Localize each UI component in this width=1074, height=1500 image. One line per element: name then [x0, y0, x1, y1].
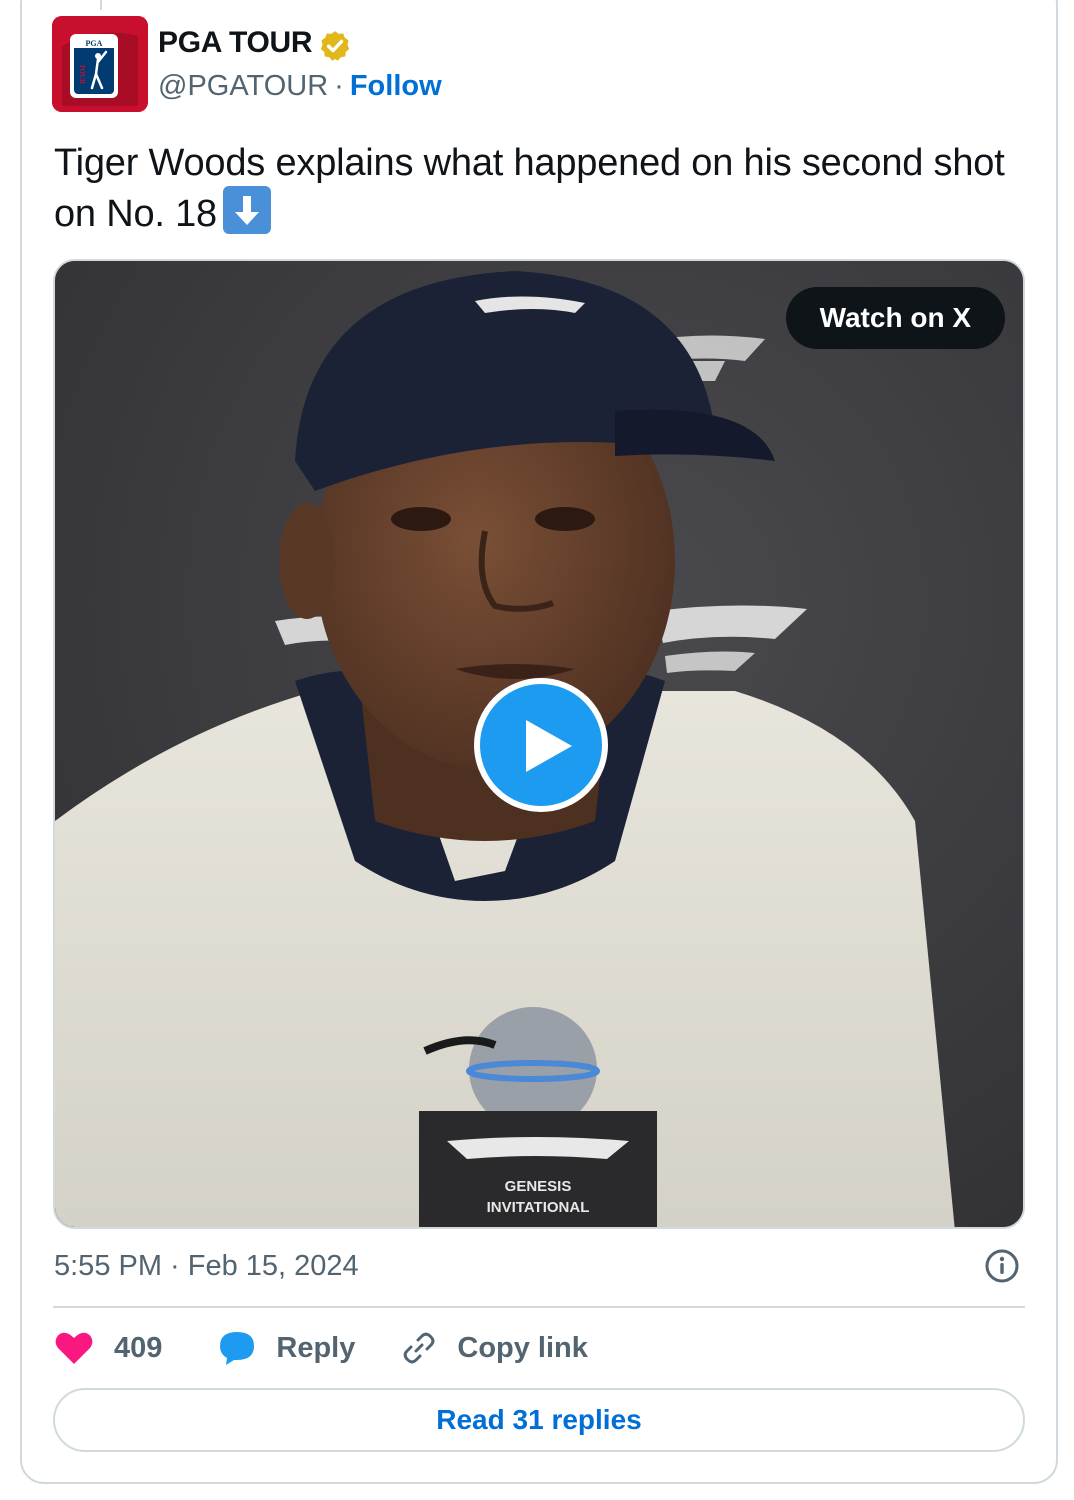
avatar[interactable]: PGA TOUR — [52, 16, 148, 112]
read-replies-button[interactable]: Read 31 replies — [53, 1388, 1025, 1452]
avatar-pga-text: PGA — [86, 39, 103, 48]
author-handle[interactable]: @PGATOUR — [158, 70, 328, 102]
reply-bubble-icon — [220, 1332, 255, 1365]
handle-separator: · — [334, 70, 344, 102]
down-arrow-emoji-icon — [222, 186, 271, 234]
watch-on-x-button[interactable]: Watch on X — [785, 287, 1005, 349]
link-icon — [404, 1332, 435, 1364]
verified-badge-icon — [320, 31, 350, 61]
podium-text-line2: INVITATIONAL — [487, 1199, 590, 1216]
divider — [53, 1306, 1025, 1308]
reply-button[interactable]: Reply — [218, 1330, 355, 1366]
action-bar: 409 Reply Copy link — [54, 1326, 588, 1370]
play-button[interactable] — [474, 678, 608, 812]
author-name[interactable]: PGA TOUR — [158, 26, 313, 60]
like-button[interactable]: 409 — [54, 1330, 162, 1366]
reply-label: Reply — [276, 1331, 356, 1364]
play-icon — [526, 720, 572, 772]
thread-line — [100, 0, 102, 10]
like-count: 409 — [114, 1331, 163, 1364]
heart-icon — [55, 1332, 93, 1364]
video-player[interactable]: IS AL GENESIS INVITATIONAL Watch on X — [53, 259, 1025, 1229]
tweet-text: Tiger Woods explains what happened on hi… — [54, 140, 1014, 237]
copy-link-label: Copy link — [457, 1331, 588, 1364]
tweet-body: Tiger Woods explains what happened on hi… — [54, 142, 1005, 235]
info-icon[interactable] — [984, 1248, 1020, 1284]
podium-text-line1: GENESIS — [505, 1178, 572, 1195]
follow-button[interactable]: Follow — [350, 70, 442, 102]
copy-link-button[interactable]: Copy link — [401, 1330, 588, 1366]
timestamp[interactable]: 5:55 PM · Feb 15, 2024 — [54, 1250, 359, 1283]
avatar-tour-text: TOUR — [78, 64, 86, 85]
handle-row: @PGATOUR · Follow — [158, 70, 442, 103]
